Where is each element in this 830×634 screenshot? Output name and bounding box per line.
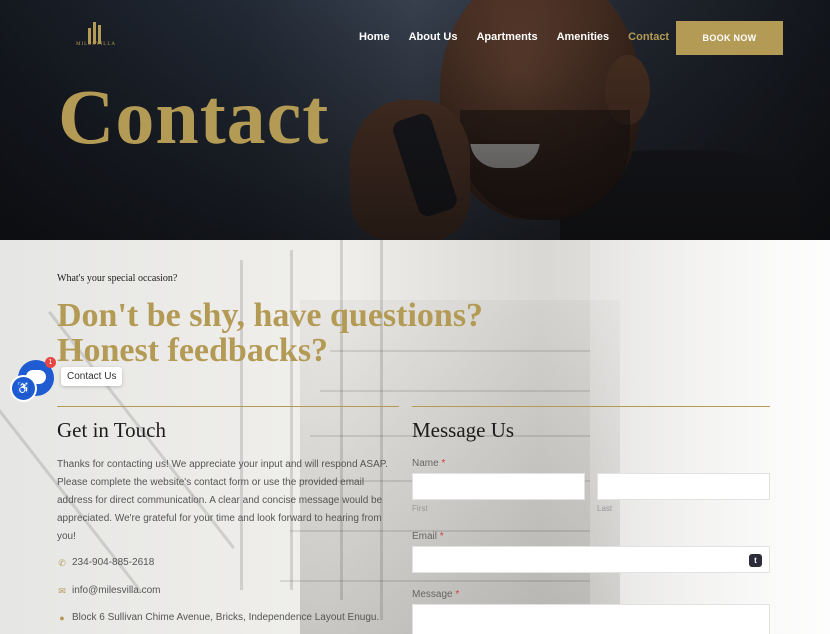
phone-icon: ✆ xyxy=(58,557,66,568)
nav-contact[interactable]: Contact xyxy=(628,31,669,43)
last-name-input[interactable] xyxy=(597,473,770,500)
autofill-icon[interactable]: t xyxy=(749,554,762,567)
logo-icon[interactable] xyxy=(78,20,114,52)
address-row: ● Block 6 Sullivan Chime Avenue, Bricks,… xyxy=(57,612,379,623)
message-us-title: Message Us xyxy=(412,418,515,442)
contact-section: What's your special occasion? Don't be s… xyxy=(0,240,830,634)
phone-number[interactable]: 234-904-885-2618 xyxy=(72,557,154,568)
phone-row: ✆ 234-904-885-2618 xyxy=(57,557,154,568)
envelope-icon: ✉ xyxy=(58,585,66,596)
first-name-input[interactable] xyxy=(412,473,585,500)
headline: Don't be shy, have questions? Honest fee… xyxy=(57,298,657,368)
left-divider xyxy=(57,406,399,407)
get-in-touch-text: Thanks for contacting us! We appreciate … xyxy=(57,459,388,542)
email-input[interactable]: t xyxy=(412,546,770,573)
logo-text: MILESVILLA xyxy=(76,42,116,47)
accessibility-icon[interactable]: ♿ xyxy=(10,375,37,402)
right-divider xyxy=(412,406,770,407)
address-text: Block 6 Sullivan Chime Avenue, Bricks, I… xyxy=(72,612,380,623)
headline-line-1: Don't be shy, have questions? xyxy=(57,297,484,334)
name-label: Name * xyxy=(412,458,446,469)
hero-banner: MILESVILLA Home About Us Apartments Amen… xyxy=(0,0,830,240)
book-now-button[interactable]: BOOK NOW xyxy=(676,21,783,55)
email-address[interactable]: info@milesvilla.com xyxy=(72,585,161,596)
message-textarea[interactable] xyxy=(412,604,770,634)
page-title: Contact xyxy=(58,73,330,160)
email-row: ✉ info@milesvilla.com xyxy=(57,585,161,596)
email-label: Email * xyxy=(412,531,444,542)
headline-line-2: Honest feedbacks? xyxy=(57,332,329,369)
occasion-subtitle: What's your special occasion? xyxy=(57,273,178,284)
contact-us-chat-label[interactable]: Contact Us xyxy=(61,367,123,386)
chat-notification-badge: 1 xyxy=(45,357,56,368)
nav-home[interactable]: Home xyxy=(359,31,390,43)
nav-about-us[interactable]: About Us xyxy=(409,31,458,43)
nav-amenities[interactable]: Amenities xyxy=(557,31,610,43)
main-nav: Home About Us Apartments Amenities Conta… xyxy=(359,31,688,43)
message-label: Message * xyxy=(412,589,460,600)
nav-apartments[interactable]: Apartments xyxy=(476,31,537,43)
last-name-sublabel: Last xyxy=(597,504,613,513)
get-in-touch-title: Get in Touch xyxy=(57,418,166,442)
map-pin-icon: ● xyxy=(59,612,65,623)
first-name-sublabel: First xyxy=(412,504,428,513)
